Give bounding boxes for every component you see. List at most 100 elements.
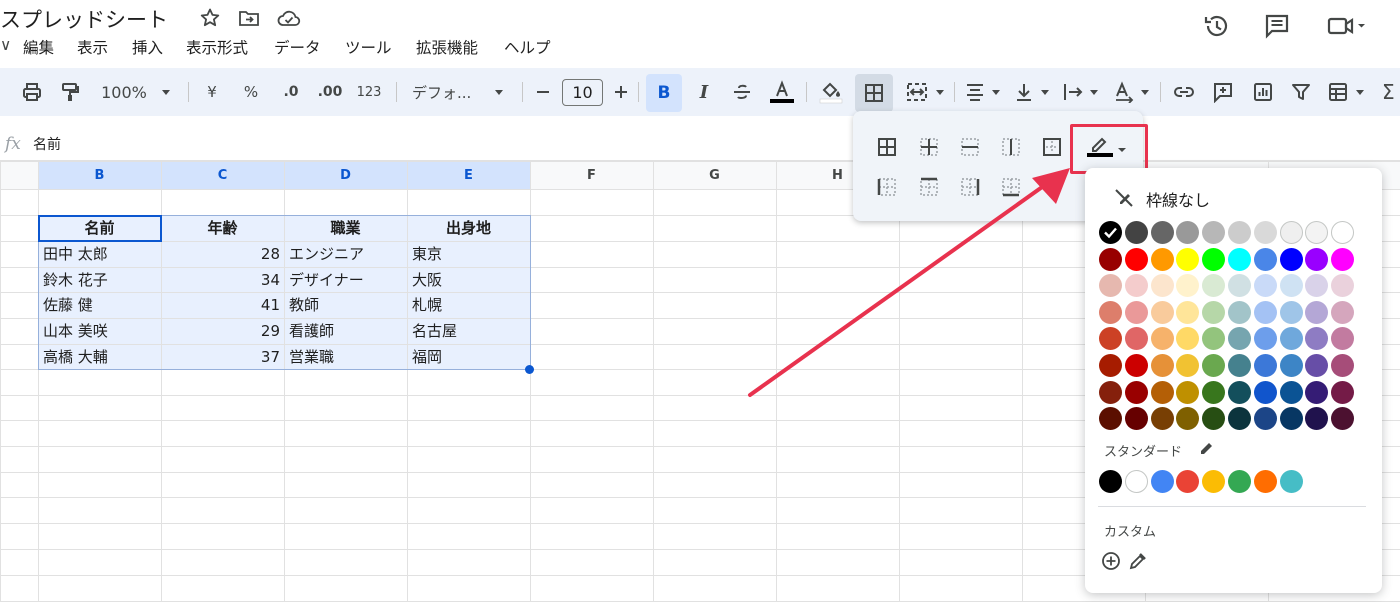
move-folder-icon[interactable] (237, 6, 261, 30)
zoom-select[interactable]: 100% (100, 80, 148, 104)
color-swatch[interactable] (1305, 380, 1329, 404)
formula-input[interactable]: 名前 (33, 134, 61, 154)
functions-sigma-icon[interactable]: Σ (1382, 80, 1400, 104)
color-swatch[interactable] (1228, 380, 1251, 404)
menu-item-help[interactable]: ヘルプ (504, 36, 551, 58)
filter-views-icon[interactable] (1326, 80, 1350, 104)
decrease-font-size-icon[interactable] (534, 80, 552, 104)
color-swatch[interactable] (1124, 407, 1148, 431)
color-swatch[interactable] (1279, 274, 1303, 298)
color-swatch[interactable] (1331, 247, 1355, 271)
text-color-icon[interactable] (768, 80, 796, 104)
color-swatch[interactable] (1150, 274, 1174, 298)
standard-color-swatch[interactable] (1099, 470, 1122, 493)
more-formats-button[interactable]: 123 (355, 80, 383, 104)
color-swatch[interactable] (1279, 354, 1303, 377)
color-swatch[interactable] (1124, 247, 1148, 271)
column-header-b[interactable]: B (38, 161, 161, 189)
merge-cells-icon[interactable] (904, 80, 930, 104)
currency-format-button[interactable]: ¥ (203, 80, 221, 104)
standard-color-swatch[interactable] (1124, 470, 1148, 493)
color-swatch[interactable] (1099, 247, 1122, 271)
add-custom-color-icon[interactable] (1101, 551, 1121, 571)
text-wrapping-icon[interactable] (1062, 80, 1084, 104)
color-swatch[interactable] (1150, 354, 1174, 377)
cloud-saved-icon[interactable] (276, 6, 301, 30)
color-swatch[interactable] (1228, 247, 1251, 271)
horizontal-align-icon[interactable] (963, 80, 987, 104)
strikethrough-icon[interactable] (731, 80, 753, 104)
color-swatch[interactable] (1253, 354, 1277, 377)
fill-handle[interactable] (525, 365, 534, 374)
borders-button[interactable] (855, 74, 893, 112)
color-swatch[interactable] (1099, 380, 1122, 404)
meet-icon[interactable] (1326, 12, 1366, 40)
color-swatch[interactable] (1150, 327, 1174, 351)
menu-item-insert[interactable]: 挿入 (132, 36, 163, 58)
increase-decimal-button[interactable]: .00 (316, 80, 344, 104)
color-swatch[interactable] (1305, 247, 1329, 271)
paint-format-icon[interactable] (58, 80, 82, 104)
color-swatch[interactable] (1279, 300, 1303, 324)
color-swatch[interactable] (1150, 407, 1174, 431)
color-swatch[interactable] (1124, 300, 1148, 324)
menu-item-view[interactable]: 表示 (77, 36, 108, 58)
font-family-select[interactable]: デフォ... (412, 80, 492, 104)
color-swatch[interactable] (1331, 380, 1355, 404)
color-swatch[interactable] (1150, 380, 1174, 404)
color-swatch[interactable] (1331, 300, 1355, 324)
standard-color-swatch[interactable] (1279, 470, 1303, 493)
menu-item-extensions[interactable]: 拡張機能 (416, 36, 478, 58)
color-swatch[interactable] (1279, 380, 1303, 404)
star-icon[interactable] (198, 6, 222, 30)
color-swatch[interactable] (1253, 300, 1277, 324)
decrease-decimal-button[interactable]: .0 (278, 80, 304, 104)
color-swatch[interactable] (1279, 327, 1303, 351)
color-swatch[interactable] (1124, 274, 1148, 298)
italic-button[interactable]: I (694, 80, 714, 104)
color-swatch[interactable] (1124, 354, 1148, 377)
color-swatch[interactable] (1150, 221, 1174, 244)
color-swatch[interactable] (1253, 221, 1277, 244)
color-swatch[interactable] (1253, 407, 1277, 431)
column-header-e[interactable]: E (407, 161, 530, 189)
font-size-input[interactable]: 10 (562, 79, 603, 106)
color-swatch[interactable] (1124, 380, 1148, 404)
filter-icon[interactable] (1290, 80, 1312, 104)
menu-item-data[interactable]: データ (274, 36, 321, 58)
increase-font-size-icon[interactable] (612, 80, 630, 104)
menu-item-tools[interactable]: ツール (345, 36, 392, 58)
color-swatch[interactable] (1099, 300, 1122, 324)
standard-color-swatch[interactable] (1228, 470, 1251, 493)
menu-item-format[interactable]: 表示形式 (186, 36, 248, 58)
no-border-icon[interactable] (1113, 187, 1135, 209)
color-swatch[interactable] (1202, 247, 1226, 271)
color-swatch[interactable] (1202, 380, 1226, 404)
color-swatch[interactable] (1253, 247, 1277, 271)
color-swatch[interactable] (1150, 247, 1174, 271)
vertical-align-icon[interactable] (1013, 80, 1035, 104)
color-swatch[interactable] (1202, 300, 1226, 324)
document-title[interactable]: スプレッドシート (0, 4, 168, 34)
color-swatch[interactable] (1099, 221, 1122, 244)
color-swatch[interactable] (1099, 354, 1122, 377)
version-history-icon[interactable] (1203, 12, 1231, 40)
comments-icon[interactable] (1263, 12, 1291, 40)
color-swatch[interactable] (1176, 247, 1200, 271)
color-swatch[interactable] (1253, 380, 1277, 404)
text-rotation-icon[interactable] (1112, 80, 1136, 104)
color-swatch[interactable] (1228, 354, 1251, 377)
insert-link-icon[interactable] (1172, 80, 1196, 104)
menu-item-edit[interactable]: 編集 (23, 36, 54, 58)
bold-button[interactable]: B (646, 74, 682, 112)
eyedropper-icon[interactable] (1128, 551, 1148, 571)
insert-comment-icon[interactable] (1211, 80, 1235, 104)
fill-color-icon[interactable] (818, 80, 844, 104)
color-swatch[interactable] (1228, 300, 1251, 324)
insert-chart-icon[interactable] (1251, 80, 1275, 104)
color-swatch[interactable] (1279, 407, 1303, 431)
no-border-option[interactable]: 枠線なし (1146, 187, 1210, 211)
menu-item-file-fragment[interactable]: ∨ (0, 36, 11, 54)
column-header-d[interactable]: D (284, 161, 407, 189)
color-swatch[interactable] (1176, 380, 1200, 404)
